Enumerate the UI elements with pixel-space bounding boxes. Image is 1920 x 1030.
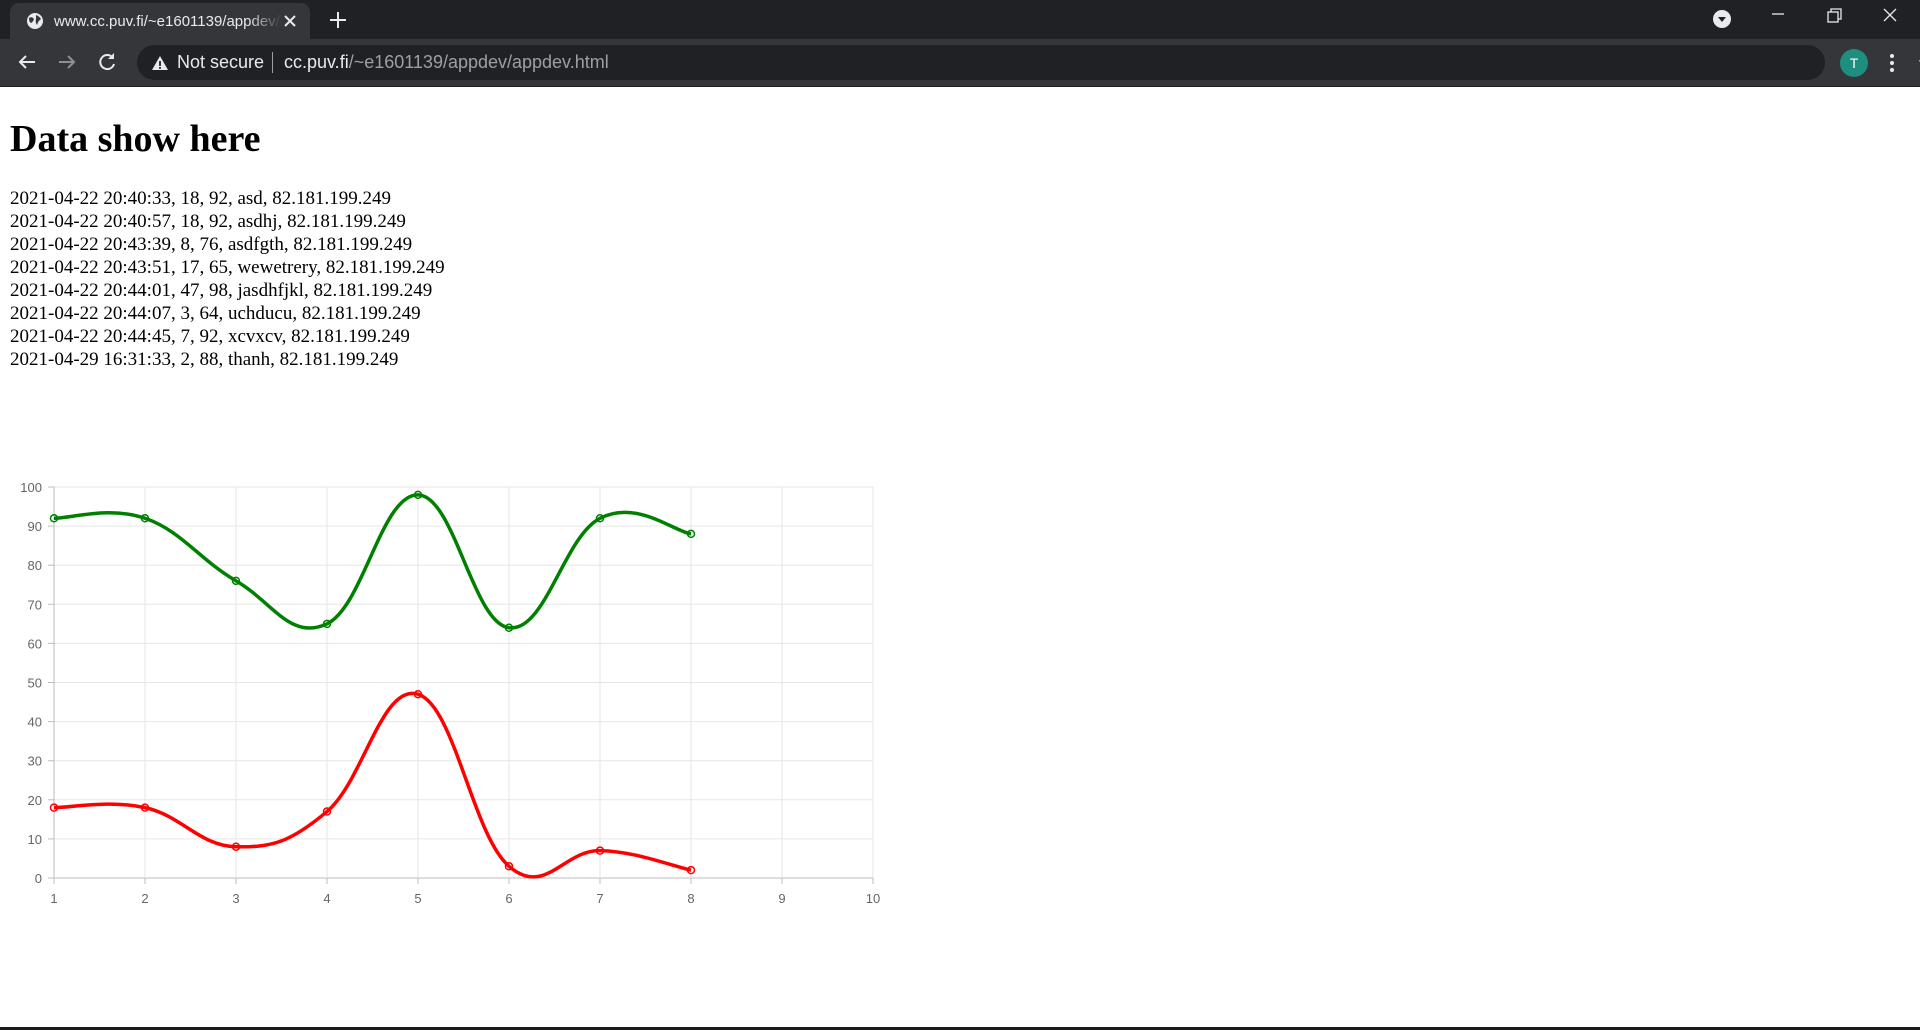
- browser-tab[interactable]: www.cc.puv.fi/~e1601139/appdev/appdev.ht…: [10, 3, 310, 39]
- forward-arrow-icon[interactable]: [53, 48, 81, 76]
- globe-icon: [27, 13, 43, 29]
- y-tick-label: 60: [28, 636, 42, 651]
- record-line: 2021-04-22 20:44:07, 3, 64, uchducu, 82.…: [10, 303, 421, 324]
- security-label[interactable]: Not secure: [177, 52, 264, 73]
- page-content: Data show here 2021-04-22 20:40:33, 18, …: [0, 87, 1920, 1030]
- url-path: /~e1601139/appdev/appdev.html: [348, 52, 609, 72]
- series-line-2: [53, 691, 692, 879]
- chart-canvas: 0 10 20 30 40 50 60 70 80 90 100 1 2 3 4 5 6 7 8 9 10: [20, 480, 880, 906]
- x-tick-label: 8: [687, 891, 694, 906]
- y-tick-label: 30: [28, 754, 42, 769]
- line-chart: 0 10 20 30 40 50 60 70 80 90 100 1 2 3 4 5 6 7 8 9 10: [0, 387, 900, 917]
- more-menu-icon[interactable]: [1886, 51, 1898, 75]
- y-tick-label: 0: [35, 871, 42, 886]
- x-tick-label: 1: [50, 891, 57, 906]
- back-arrow-icon[interactable]: [13, 48, 41, 76]
- record-line: 2021-04-29 16:31:33, 2, 88, thanh, 82.18…: [10, 349, 399, 370]
- window-close-icon[interactable]: [1862, 0, 1918, 34]
- y-tick-label: 20: [28, 793, 42, 808]
- record-list: 2021-04-22 20:40:33, 18, 92, asd, 82.181…: [10, 187, 710, 371]
- warning-icon[interactable]: [151, 54, 169, 72]
- y-tick-label: 70: [28, 597, 42, 612]
- tab-strip: www.cc.puv.fi/~e1601139/appdev/appdev.ht…: [0, 0, 1920, 39]
- x-tick-label: 2: [141, 891, 148, 906]
- x-tick-label: 10: [866, 891, 880, 906]
- x-tick-label: 4: [323, 891, 330, 906]
- omnibox-divider: [272, 52, 273, 73]
- record-line: 2021-04-22 20:44:01, 47, 98, jasdhfjkl, …: [10, 280, 433, 301]
- record-line: 2021-04-22 20:40:33, 18, 92, asd, 82.181…: [10, 188, 392, 209]
- restore-icon[interactable]: [1806, 0, 1862, 34]
- x-tick-label: 7: [596, 891, 603, 906]
- url-host: cc.puv.fi: [284, 52, 349, 72]
- y-tick-label: 90: [28, 519, 42, 534]
- tab-title: www.cc.puv.fi/~e1601139/appdev/appdev.ht…: [54, 13, 282, 30]
- record-line: 2021-04-22 20:43:39, 8, 76, asdfgth, 82.…: [10, 234, 413, 255]
- address-bar[interactable]: Not secure cc.puv.fi/~e1601139/appdev/ap…: [137, 45, 1920, 80]
- x-tick-label: 9: [778, 891, 785, 906]
- y-tick-label: 80: [28, 558, 42, 573]
- y-tick-label: 100: [20, 480, 42, 495]
- record-line: 2021-04-22 20:44:45, 7, 92, xcvxcv, 82.1…: [10, 326, 410, 347]
- profile-avatar[interactable]: T: [1840, 49, 1868, 77]
- browser-toolbar: Not secure cc.puv.fi/~e1601139/appdev/ap…: [0, 39, 1920, 87]
- page-title: Data show here: [10, 118, 261, 160]
- chevron-down-icon[interactable]: [1712, 9, 1732, 29]
- reload-icon[interactable]: [93, 48, 121, 76]
- x-tick-label: 5: [414, 891, 421, 906]
- record-line: 2021-04-22 20:40:57, 18, 92, asdhj, 82.1…: [10, 211, 406, 232]
- close-icon[interactable]: [280, 11, 300, 31]
- y-tick-label: 40: [28, 715, 42, 730]
- record-line: 2021-04-22 20:43:51, 17, 65, wewetrery, …: [10, 257, 445, 278]
- new-tab-icon[interactable]: [326, 8, 350, 32]
- x-tick-label: 3: [232, 891, 239, 906]
- y-tick-label: 50: [28, 676, 42, 691]
- series-line-1: [53, 493, 692, 630]
- url-text[interactable]: cc.puv.fi/~e1601139/appdev/appdev.html: [284, 52, 609, 73]
- minimize-icon[interactable]: [1750, 0, 1806, 34]
- y-tick-label: 10: [28, 832, 42, 847]
- x-tick-label: 6: [505, 891, 512, 906]
